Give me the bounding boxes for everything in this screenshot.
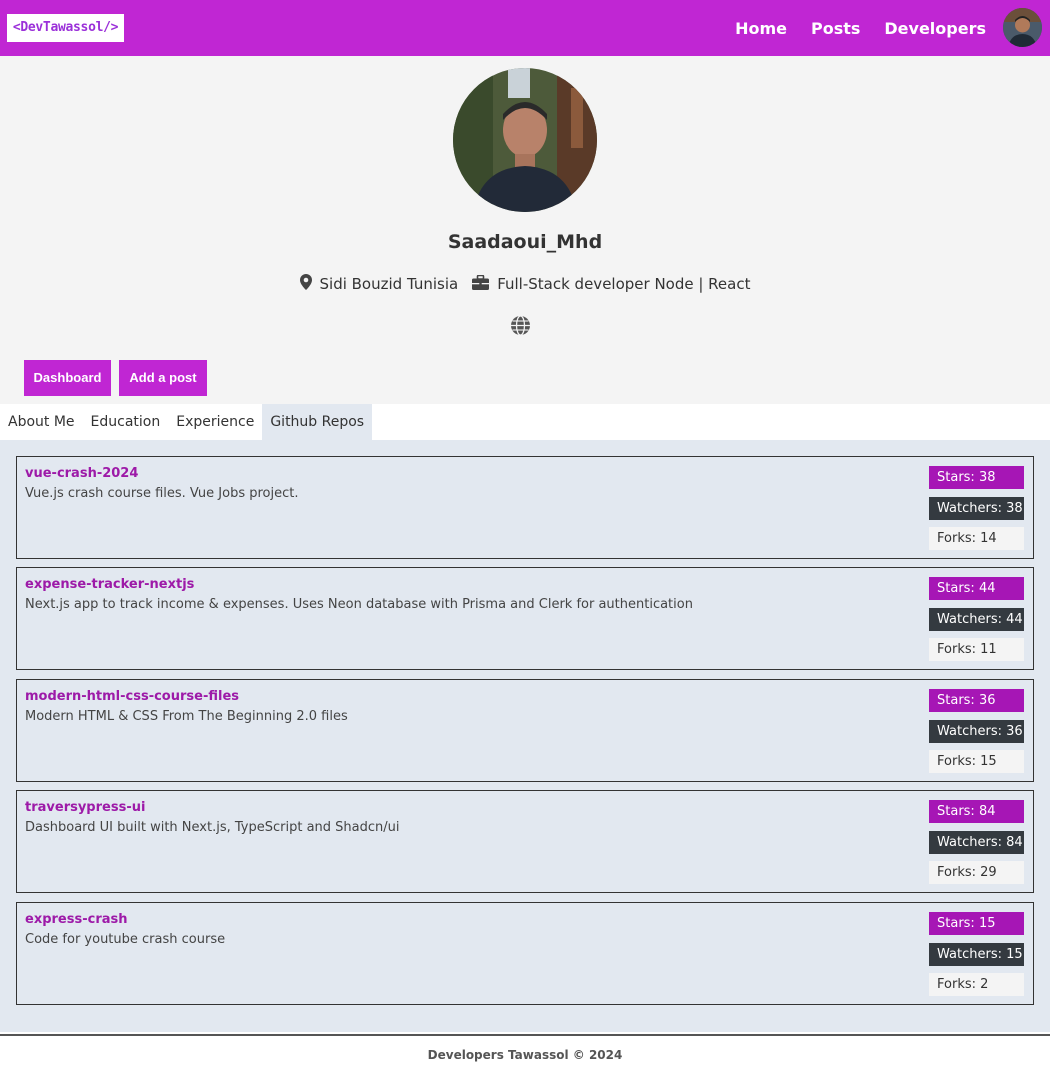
add-post-button[interactable]: Add a post [119,360,207,396]
forks-badge: Forks: 14 [929,527,1024,550]
profile-meta: Sidi Bouzid Tunisia Full-Stack developer… [0,274,1050,294]
forks-badge: Forks: 15 [929,750,1024,773]
stars-badge: Stars: 15 [929,912,1024,935]
repo-card: expense-tracker-nextjs Next.js app to tr… [16,567,1034,670]
footer-text: Developers Tawassol © 2024 [427,1048,623,1062]
repo-name-link[interactable]: traversypress-ui [25,800,145,815]
stars-badge: Stars: 44 [929,577,1024,600]
repo-description: Vue.js crash course files. Vue Jobs proj… [25,486,299,501]
briefcase-icon [472,274,490,294]
user-avatar[interactable] [1003,8,1042,47]
footer: Developers Tawassol © 2024 [0,1034,1050,1074]
location-text: Sidi Bouzid Tunisia [319,275,459,293]
repo-card: express-crash Code for youtube crash cou… [16,902,1034,1005]
forks-badge: Forks: 11 [929,638,1024,661]
stars-badge: Stars: 84 [929,800,1024,823]
profile-tabs: About Me Education Experience Github Rep… [0,404,1050,440]
watchers-badge: Watchers: 15 [929,943,1024,966]
forks-badge: Forks: 29 [929,861,1024,884]
map-marker-icon [299,274,312,294]
nav-links: Home Posts Developers [735,0,986,56]
globe-icon[interactable] [510,315,531,336]
stars-badge: Stars: 38 [929,466,1024,489]
repo-card: traversypress-ui Dashboard UI built with… [16,790,1034,893]
tab-github-repos[interactable]: Github Repos [262,404,373,440]
tab-education[interactable]: Education [83,404,169,440]
location-info: Sidi Bouzid Tunisia [299,274,459,294]
repo-description: Dashboard UI built with Next.js, TypeScr… [25,820,400,835]
brand-logo[interactable]: <DevTawassol/> [7,14,124,42]
job-title-text: Full-Stack developer Node | React [497,275,751,293]
watchers-badge: Watchers: 36 [929,720,1024,743]
repo-name-link[interactable]: expense-tracker-nextjs [25,577,194,592]
repo-name-link[interactable]: modern-html-css-course-files [25,689,239,704]
nav-link-home[interactable]: Home [735,19,787,38]
forks-badge: Forks: 2 [929,973,1024,996]
profile-photo [453,68,597,212]
profile-name: Saadaoui_Mhd [447,231,603,253]
navbar: <DevTawassol/> Home Posts Developers [0,0,1050,56]
watchers-badge: Watchers: 44 [929,608,1024,631]
dashboard-button[interactable]: Dashboard [24,360,111,396]
github-repos-panel: vue-crash-2024 Vue.js crash course files… [0,440,1050,1032]
watchers-badge: Watchers: 84 [929,831,1024,854]
tab-experience[interactable]: Experience [168,404,262,440]
nav-link-developers[interactable]: Developers [884,19,986,38]
repo-description: Next.js app to track income & expenses. … [25,597,693,612]
profile-header: Saadaoui_Mhd Sidi Bouzid Tunisia Full-St… [0,56,1050,404]
repo-name-link[interactable]: vue-crash-2024 [25,466,138,481]
repo-name-link[interactable]: express-crash [25,912,128,927]
repo-description: Code for youtube crash course [25,932,226,947]
repo-card: vue-crash-2024 Vue.js crash course files… [16,456,1034,559]
stars-badge: Stars: 36 [929,689,1024,712]
tab-about-me[interactable]: About Me [0,404,83,440]
repo-card: modern-html-css-course-files Modern HTML… [16,679,1034,782]
repo-description: Modern HTML & CSS From The Beginning 2.0… [25,709,348,724]
watchers-badge: Watchers: 38 [929,497,1024,520]
nav-link-posts[interactable]: Posts [811,19,860,38]
job-title-info: Full-Stack developer Node | React [472,274,751,294]
